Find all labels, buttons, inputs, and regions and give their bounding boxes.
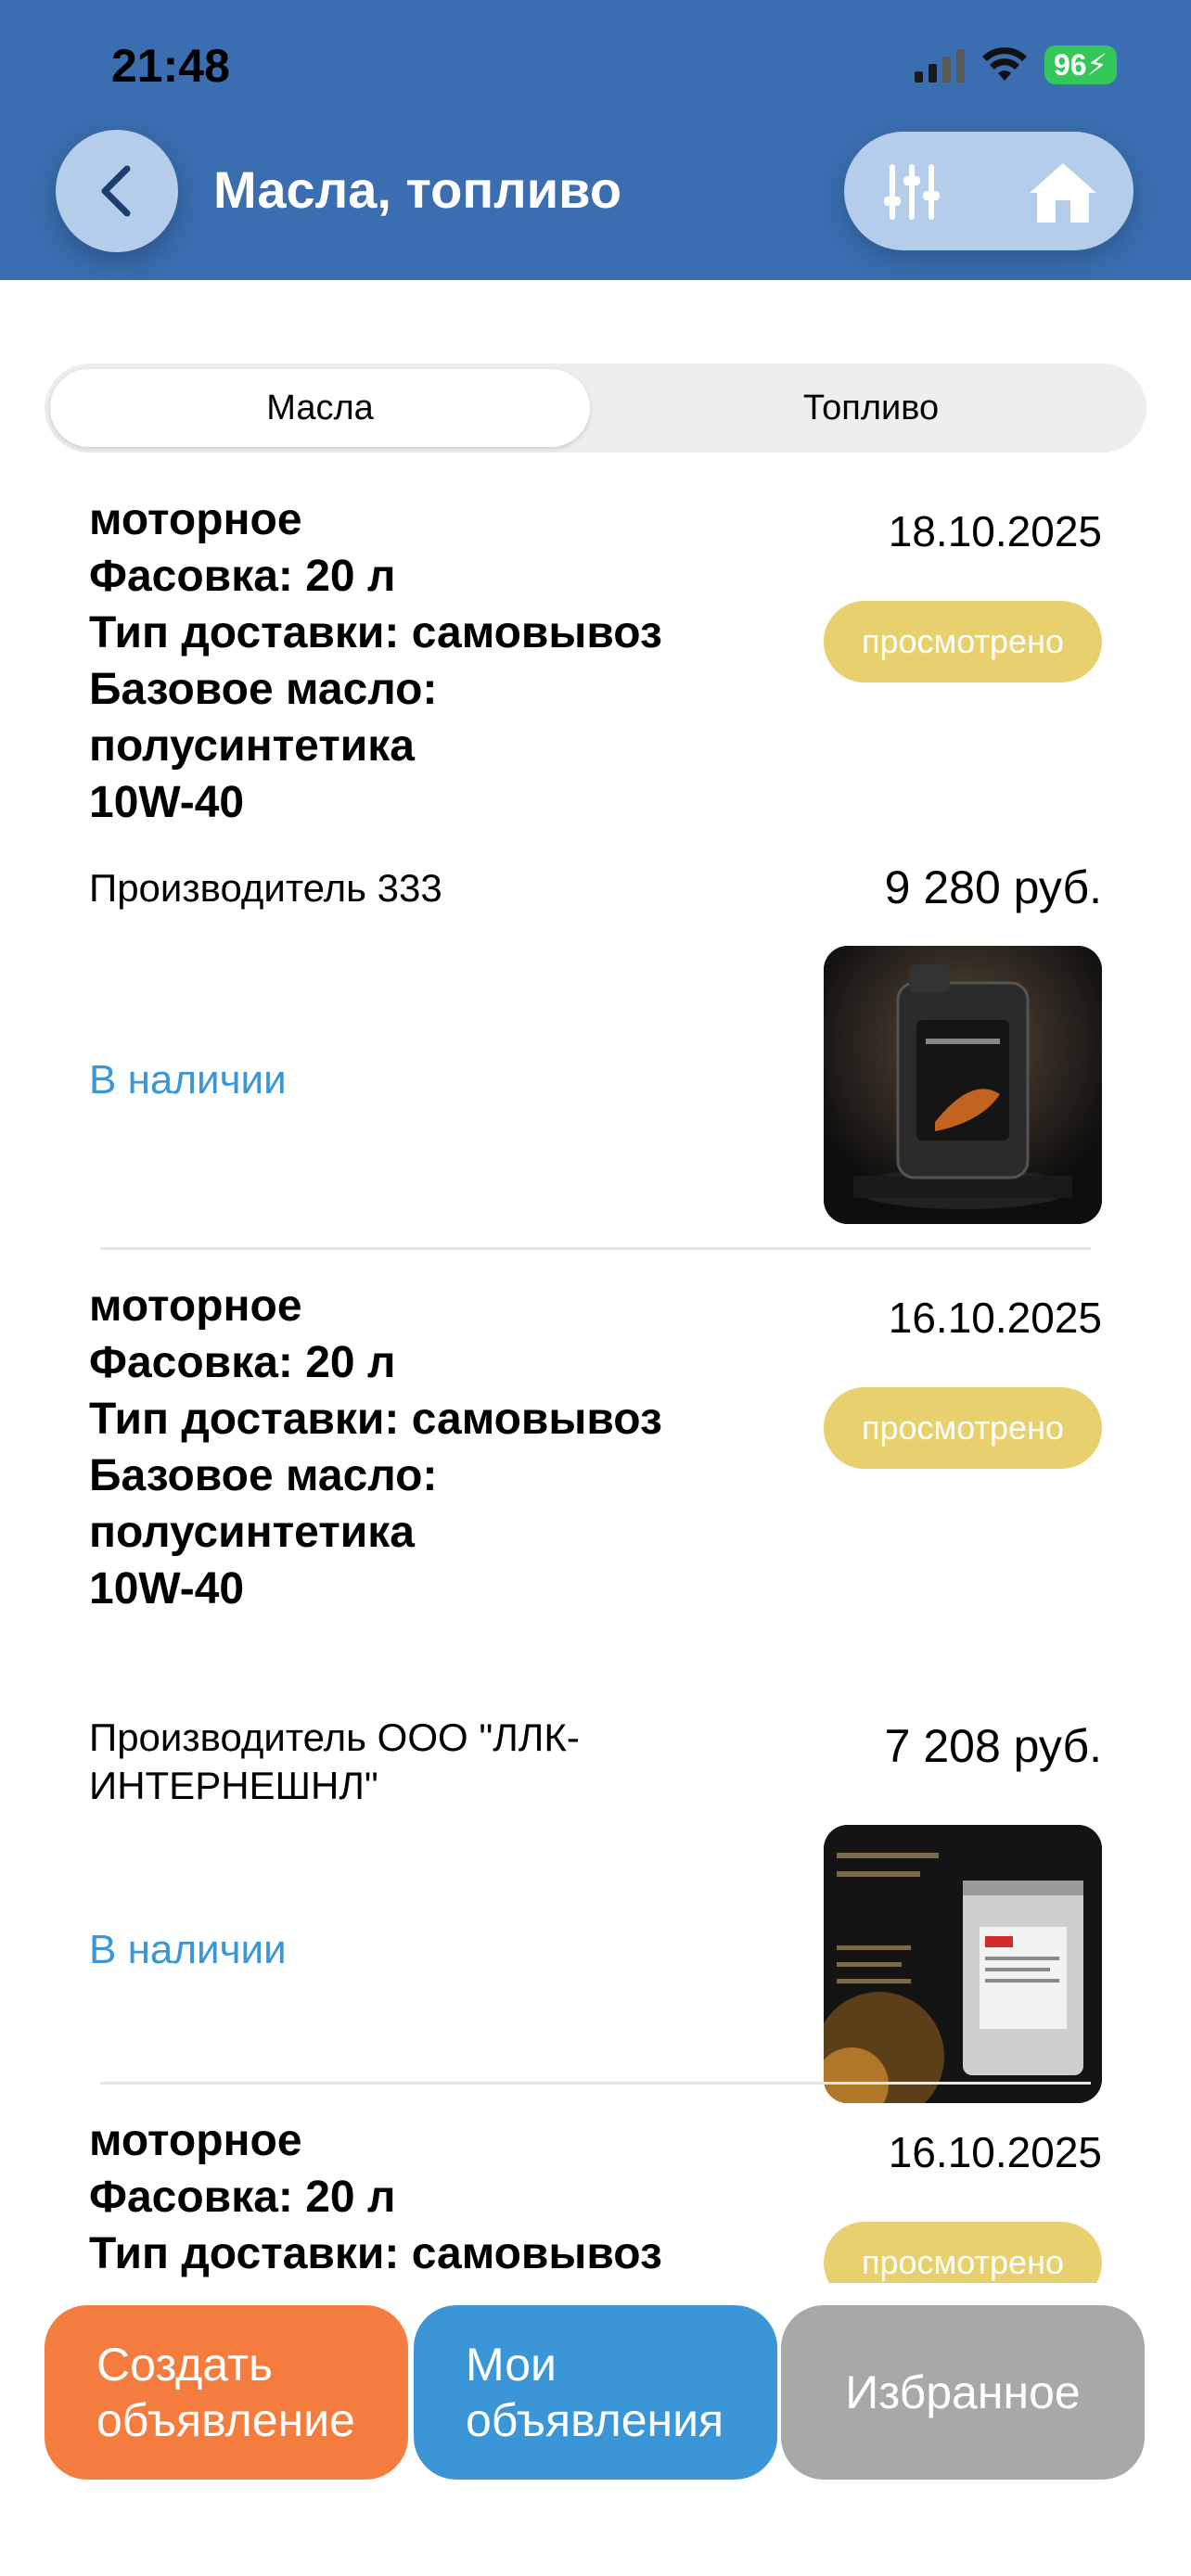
listing-description: моторное Фасовка: 20 л Тип доставки: сам… xyxy=(89,1282,662,1613)
back-button[interactable] xyxy=(56,130,178,252)
listing-availability: В наличии xyxy=(89,1927,287,1972)
bottom-action-bar: Создать объявление Мои объявления Избран… xyxy=(0,2283,1191,2576)
app-header: 21:48 96⚡ Масла, топливо xyxy=(0,0,1191,280)
favorites-button[interactable]: Избранное xyxy=(781,2305,1145,2480)
listings-list: моторное Фасовка: 20 л Тип доставки: сам… xyxy=(0,464,1191,2283)
status-time: 21:48 xyxy=(111,40,230,92)
list-item[interactable]: моторное Фасовка: 20 л Тип доставки: сам… xyxy=(0,464,1191,1250)
header-actions xyxy=(844,132,1133,250)
tab-oils[interactable]: Масла xyxy=(50,369,590,447)
status-icons: 96⚡ xyxy=(914,45,1117,85)
listing-manufacturer: Производитель 333 xyxy=(89,866,442,910)
product-image xyxy=(824,946,1102,1224)
list-item[interactable]: моторное Фасовка: 20 л Тип доставки: сам… xyxy=(0,2085,1191,2283)
listing-manufacturer: Производитель ООО "ЛЛК-ИНТЕРНЕШНЛ" xyxy=(89,1715,580,1807)
page-title: Масла, топливо xyxy=(213,160,622,219)
create-listing-label: Создать объявление xyxy=(96,2339,355,2446)
tab-fuel[interactable]: Топливо xyxy=(601,369,1141,447)
status-badge: просмотрено xyxy=(824,1387,1102,1469)
listing-availability: В наличии xyxy=(89,1057,287,1103)
listing-price: 7 208 руб. xyxy=(884,1720,1102,1772)
listing-price: 9 280 руб. xyxy=(884,861,1102,913)
battery-icon: 96⚡ xyxy=(1044,45,1117,84)
listing-date: 18.10.2025 xyxy=(888,507,1102,555)
status-badge: просмотрено xyxy=(824,601,1102,682)
listing-date: 16.10.2025 xyxy=(888,1294,1102,1342)
category-segmented-control: Масла Топливо xyxy=(45,363,1146,453)
my-listings-button[interactable]: Мои объявления xyxy=(414,2305,777,2480)
favorites-label: Избранное xyxy=(845,2366,1081,2418)
listing-date: 16.10.2025 xyxy=(888,2128,1102,2176)
my-listings-label: Мои объявления xyxy=(466,2339,724,2446)
list-item[interactable]: моторное Фасовка: 20 л Тип доставки: сам… xyxy=(0,1250,1191,2103)
listing-description: моторное Фасовка: 20 л Тип доставки: сам… xyxy=(89,2116,662,2278)
filter-sliders-icon[interactable] xyxy=(879,159,944,224)
battery-level: 96 xyxy=(1053,48,1087,82)
listing-description: моторное Фасовка: 20 л Тип доставки: сам… xyxy=(89,495,662,827)
status-badge: просмотрено xyxy=(824,2222,1102,2283)
home-icon[interactable] xyxy=(1026,159,1100,226)
chevron-left-icon xyxy=(101,165,131,217)
cellular-signal-icon xyxy=(914,47,965,83)
wifi-icon xyxy=(981,47,1027,81)
product-image xyxy=(824,1825,1102,2103)
create-listing-button[interactable]: Создать объявление xyxy=(45,2305,408,2480)
